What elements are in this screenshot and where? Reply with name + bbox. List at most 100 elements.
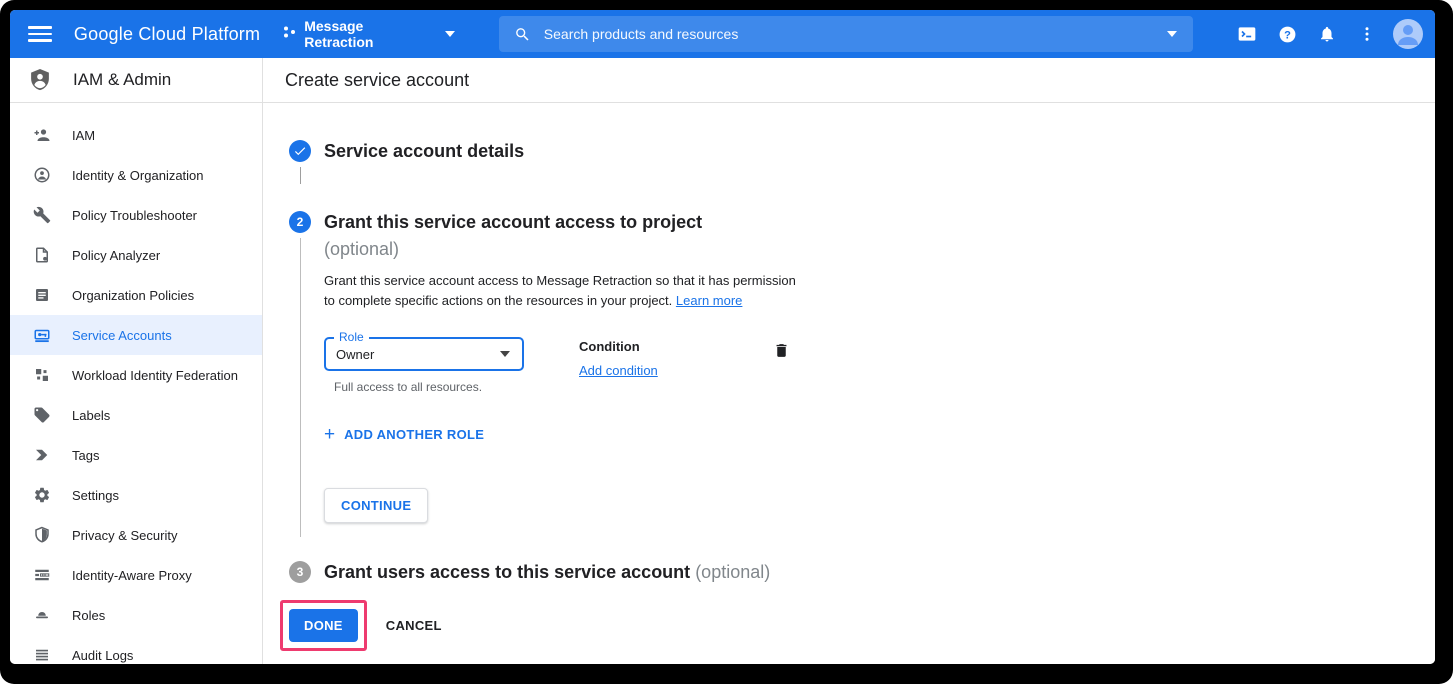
sidebar-item-labels[interactable]: Labels	[10, 395, 262, 435]
step-connector	[300, 167, 301, 184]
help-icon[interactable]: ?	[1267, 14, 1307, 54]
iap-icon	[33, 566, 51, 584]
avatar[interactable]	[1393, 19, 1423, 49]
sidebar-item-iam[interactable]: IAM	[10, 115, 262, 155]
sidebar: IAM & Admin IAM Identity & Organization Po…	[10, 58, 263, 664]
notifications-icon[interactable]	[1307, 14, 1347, 54]
browser-viewport: Google Cloud Platform Message Retraction…	[10, 10, 1435, 664]
sidebar-item-label: Audit Logs	[72, 648, 133, 663]
svg-text:?: ?	[1284, 29, 1291, 41]
step1-check-circle	[289, 140, 311, 162]
sidebar-item-roles[interactable]: Roles	[10, 595, 262, 635]
step3-title: Grant users access to this service accou…	[324, 561, 1435, 583]
search-input[interactable]: Search products and resources	[499, 16, 1193, 52]
step3-number-circle: 3	[289, 561, 311, 583]
sidebar-item-identity-aware-proxy[interactable]: Identity-Aware Proxy	[10, 555, 262, 595]
sidebar-item-label: Organization Policies	[72, 288, 194, 303]
sidebar-item-label: Labels	[72, 408, 110, 423]
step1-title: Service account details	[324, 140, 1435, 162]
service-account-key-icon	[33, 326, 51, 344]
more-vert-icon[interactable]	[1347, 14, 1387, 54]
screenshot-frame: Google Cloud Platform Message Retraction…	[0, 0, 1453, 684]
sidebar-item-label: IAM	[72, 128, 95, 143]
sidebar-item-label: Tags	[72, 448, 99, 463]
main-content: Create service account Service account d…	[263, 58, 1435, 664]
create-service-account-wizard: Service account details 2 Grant this ser…	[263, 103, 1435, 651]
person-circle-icon	[33, 166, 51, 184]
project-selector[interactable]: Message Retraction	[282, 18, 455, 50]
continue-button[interactable]: CONTINUE	[324, 488, 428, 523]
squares-icon	[33, 366, 51, 384]
sidebar-item-settings[interactable]: Settings	[10, 475, 262, 515]
sidebar-item-label: Privacy & Security	[72, 528, 177, 543]
hat-icon	[33, 606, 51, 624]
sidebar-item-service-accounts[interactable]: Service Accounts	[10, 315, 262, 355]
step3-optional: (optional)	[695, 562, 770, 582]
sidebar-item-label: Roles	[72, 608, 105, 623]
plus-icon: +	[324, 428, 335, 442]
wizard-actions: DONE CANCEL	[280, 600, 1435, 651]
step2-optional: (optional)	[324, 239, 1435, 260]
check-icon	[293, 144, 307, 158]
done-button-highlight: DONE	[280, 600, 367, 651]
sidebar-title: IAM & Admin	[73, 70, 171, 90]
cancel-button[interactable]: CANCEL	[386, 618, 442, 633]
step2-title: Grant this service account access to pro…	[324, 211, 1435, 233]
sidebar-item-label: Policy Troubleshooter	[72, 208, 197, 223]
role-row: Role Owner Full access to all resources.…	[324, 337, 790, 394]
gear-icon	[33, 486, 51, 504]
sidebar-item-label: Service Accounts	[72, 328, 172, 343]
sidebar-header: IAM & Admin	[10, 58, 262, 103]
person-add-icon	[33, 126, 51, 144]
dropdown-arrow-icon	[500, 351, 510, 357]
role-selected-value: Owner	[336, 347, 500, 362]
doc-lines-icon	[33, 286, 51, 304]
list-lines-icon	[33, 646, 51, 664]
step2-description: Grant this service account access to Mes…	[324, 271, 804, 311]
app-bar: Google Cloud Platform Message Retraction…	[10, 10, 1435, 58]
sidebar-item-audit-logs[interactable]: Audit Logs	[10, 635, 262, 664]
chevron-down-icon	[445, 31, 455, 37]
role-field-label: Role	[334, 330, 369, 344]
condition-label: Condition	[579, 339, 658, 354]
step2-number-circle: 2	[289, 211, 311, 233]
sidebar-item-label: Policy Analyzer	[72, 248, 160, 263]
search-icon	[499, 26, 544, 43]
cloud-shell-icon[interactable]	[1227, 14, 1267, 54]
wrench-icon	[33, 206, 51, 224]
step-grant-access-to-project: 2 Grant this service account access to p…	[289, 211, 1435, 537]
learn-more-link[interactable]: Learn more	[676, 293, 742, 308]
search-chevron-down-icon[interactable]	[1167, 31, 1177, 37]
sidebar-item-label: Identity & Organization	[72, 168, 204, 183]
page-header: Create service account	[263, 58, 1435, 103]
done-button[interactable]: DONE	[289, 609, 358, 642]
sidebar-item-label: Settings	[72, 488, 119, 503]
tag-arrow-icon	[33, 446, 51, 464]
trash-icon[interactable]	[773, 341, 790, 394]
brand-logo[interactable]: Google Cloud Platform	[74, 24, 260, 45]
sidebar-item-organization-policies[interactable]: Organization Policies	[10, 275, 262, 315]
add-condition-link[interactable]: Add condition	[579, 363, 658, 378]
role-select[interactable]: Role Owner	[324, 337, 524, 371]
sidebar-item-tags[interactable]: Tags	[10, 435, 262, 475]
doc-gear-icon	[33, 246, 51, 264]
topbar-icon-group: ?	[1227, 14, 1435, 54]
sidebar-item-workload-identity-federation[interactable]: Workload Identity Federation	[10, 355, 262, 395]
sidebar-item-label: Identity-Aware Proxy	[72, 568, 192, 583]
menu-icon[interactable]	[28, 22, 52, 46]
iam-shield-icon	[27, 67, 53, 93]
project-dots-icon	[282, 25, 296, 44]
label-tag-icon	[33, 406, 51, 424]
project-name: Message Retraction	[304, 18, 436, 50]
sidebar-item-policy-analyzer[interactable]: Policy Analyzer	[10, 235, 262, 275]
step-grant-users-access: 3 Grant users access to this service acc…	[289, 561, 1435, 583]
sidebar-item-privacy-security[interactable]: Privacy & Security	[10, 515, 262, 555]
sidebar-item-identity-organization[interactable]: Identity & Organization	[10, 155, 262, 195]
add-another-role-button[interactable]: + ADD ANOTHER ROLE	[324, 427, 1435, 442]
shield-half-icon	[33, 526, 51, 544]
role-helper-text: Full access to all resources.	[334, 380, 524, 394]
step-service-account-details: Service account details	[289, 140, 1435, 187]
step-connector	[300, 238, 301, 537]
sidebar-item-policy-troubleshooter[interactable]: Policy Troubleshooter	[10, 195, 262, 235]
page-title: Create service account	[285, 70, 469, 91]
